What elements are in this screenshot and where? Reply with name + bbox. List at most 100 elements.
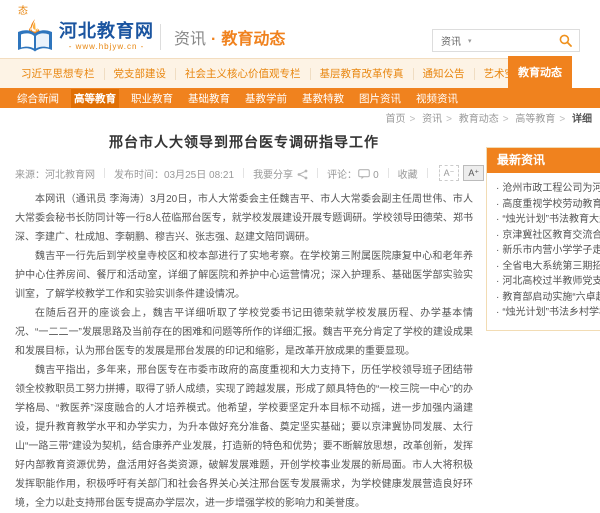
breadcrumb-item[interactable]: 教育动态 > bbox=[459, 114, 513, 125]
primary-nav-item[interactable]: 社会主义核心价值观专栏 bbox=[176, 68, 311, 80]
primary-nav-item[interactable]: 习近平思想专栏 bbox=[12, 68, 105, 80]
primary-nav-item[interactable]: 党支部建设 bbox=[105, 68, 177, 80]
source-value: 河北教育网 bbox=[45, 166, 95, 181]
breadcrumb-label: 高等教育 bbox=[515, 114, 555, 125]
comment-icon bbox=[358, 169, 370, 180]
article-paragraph: 在随后召开的座谈会上，魏吉平详细听取了学校党委书记田德荣就学校发展历程、办学基本… bbox=[15, 304, 473, 361]
search-box[interactable]: 资讯 ▾ bbox=[432, 29, 580, 52]
header: 河北教育网 - www.hbjyw.cn - 资讯·教育动态 资讯 ▾ bbox=[0, 16, 600, 58]
breadcrumb-separator: > bbox=[503, 114, 509, 125]
chevron-down-icon[interactable]: ▾ bbox=[468, 37, 472, 45]
site-url: - www.hbjyw.cn - bbox=[59, 42, 154, 51]
secondary-nav-item[interactable]: 基教学前 bbox=[242, 89, 290, 108]
secondary-nav-item[interactable]: 图片资讯 bbox=[356, 89, 404, 108]
list-item[interactable]: ·高度重视学校劳动教育的育人功 bbox=[496, 197, 600, 213]
bullet: · bbox=[496, 199, 499, 210]
font-smaller-button[interactable]: A⁻ bbox=[439, 165, 460, 181]
meta-divider bbox=[104, 168, 105, 178]
article-paragraph: 本网讯（通讯员 李海涛）3月20日，市人大常委会主任魏吉平、市人大常委会副主任周… bbox=[15, 190, 473, 247]
list-item[interactable]: ·沧州市政工程公司为河北工业大 bbox=[496, 181, 600, 197]
logo-text: 河北教育网 - www.hbjyw.cn - bbox=[59, 21, 154, 51]
favorite-button[interactable]: 收藏 bbox=[398, 166, 418, 181]
comment-count: 0 bbox=[373, 170, 379, 181]
primary-nav: 习近平思想专栏 党支部建设 社会主义核心价值观专栏 基层教育改革传真 通知公告 … bbox=[0, 58, 600, 88]
secondary-nav-item[interactable]: 视频资讯 bbox=[413, 89, 461, 108]
search-category-select[interactable]: 资讯 bbox=[441, 33, 461, 48]
meta-divider bbox=[317, 168, 318, 178]
list-item[interactable]: ·京津冀社区教育交流合作向纵深 bbox=[496, 228, 600, 244]
breadcrumb-label: 资讯 bbox=[422, 114, 442, 125]
bullet: · bbox=[496, 230, 499, 241]
article-paragraph: 魏吉平一行先后到学校皇寺校区和校本部进行了实地考察。在学校第三附属医院康复中心和… bbox=[15, 247, 473, 304]
secondary-nav-item[interactable]: 基教特教 bbox=[299, 89, 347, 108]
channel-prefix: 资讯 bbox=[174, 31, 206, 48]
secondary-nav-item[interactable]: 基础教育 bbox=[185, 89, 233, 108]
latest-news-panel: 最新资讯 ·沧州市政工程公司为河北工业大 ·高度重视学校劳动教育的育人功 ·“烛… bbox=[486, 147, 600, 331]
bullet: · bbox=[496, 183, 499, 194]
primary-nav-item[interactable]: 基层教育改革传真 bbox=[311, 68, 414, 80]
breadcrumb-item[interactable]: 详细> bbox=[572, 114, 592, 125]
source-label: 来源： bbox=[15, 166, 45, 181]
bullet: · bbox=[496, 292, 499, 303]
secondary-nav-item[interactable]: 职业教育 bbox=[128, 89, 176, 108]
breadcrumb-label: 详细 bbox=[572, 114, 592, 125]
search-icon[interactable] bbox=[559, 34, 572, 47]
primary-nav-bar: 习近平思想专栏 党支部建设 社会主义核心价值观专栏 基层教育改革传真 通知公告 … bbox=[0, 58, 508, 88]
news-link-text: 新乐市内营小学学子走进植物园 bbox=[502, 245, 600, 256]
secondary-nav-item[interactable]: 高等教育 bbox=[71, 89, 119, 108]
channel-title: 资讯·教育动态 bbox=[174, 25, 285, 49]
font-larger-button[interactable]: A⁺ bbox=[463, 165, 484, 181]
bullet: · bbox=[496, 214, 499, 225]
breadcrumb: 首页 > 资讯 > 教育动态 > 高等教育 > 详细> bbox=[386, 110, 593, 125]
breadcrumb-item[interactable]: 首页 > bbox=[386, 114, 420, 125]
list-item[interactable]: ·河北高校过半教师党支部书记成 bbox=[496, 274, 600, 290]
header-divider bbox=[160, 24, 161, 50]
article-paragraph: 魏吉平指出，多年来，邢台医专在市委市政府的高度重视和大力支持下，历任学校领导班子… bbox=[15, 361, 473, 513]
news-link-text: “烛光计划”书法教育大型公益 bbox=[502, 214, 600, 225]
breadcrumb-item[interactable]: 高等教育 > bbox=[515, 114, 569, 125]
primary-nav-item[interactable]: 通知公告 bbox=[414, 68, 475, 80]
site-name: 河北教育网 bbox=[59, 21, 154, 41]
logo-book-flame-icon bbox=[16, 18, 54, 54]
publish-time-label: 发布时间： bbox=[114, 166, 164, 181]
breadcrumb-separator: > bbox=[559, 114, 565, 125]
latest-news-title: 最新资讯 bbox=[487, 148, 600, 173]
list-item[interactable]: ·教育部启动实施“六卓越一拔尖 bbox=[496, 290, 600, 306]
primary-nav-active-tab[interactable]: 教育动态 bbox=[508, 56, 572, 88]
secondary-nav: 综合新闻 高等教育 职业教育 基础教育 基教学前 基教特教 图片资讯 视频资讯 bbox=[0, 88, 600, 108]
news-link-text: 沧州市政工程公司为河北工业大 bbox=[502, 183, 600, 194]
breadcrumb-label: 首页 bbox=[386, 114, 406, 125]
bullet: · bbox=[496, 276, 499, 287]
news-link-text: 教育部启动实施“六卓越一拔尖 bbox=[502, 292, 600, 303]
breadcrumb-label: 教育动态 bbox=[459, 114, 499, 125]
article: 邢台市人大领导到邢台医专调研指导工作 来源：河北教育网 发布时间：03月25日 … bbox=[15, 128, 473, 513]
news-link-text: 京津冀社区教育交流合作向纵深 bbox=[502, 230, 600, 241]
secondary-nav-item[interactable]: 综合新闻 bbox=[14, 89, 62, 108]
news-link-text: 全省电大系统第三期招生管理人 bbox=[502, 261, 600, 272]
comment-button[interactable]: 评论：0 bbox=[327, 166, 379, 181]
share-icon bbox=[297, 169, 308, 180]
list-item[interactable]: ·新乐市内营小学学子走进植物园 bbox=[496, 243, 600, 259]
corner-text: 态 bbox=[18, 2, 28, 17]
news-link-text: 高度重视学校劳动教育的育人功 bbox=[502, 199, 600, 210]
site-logo[interactable]: 河北教育网 - www.hbjyw.cn - bbox=[16, 18, 154, 54]
publish-time-value: 03月25日 08:21 bbox=[164, 166, 234, 181]
meta-divider bbox=[427, 168, 428, 178]
list-item[interactable]: ·“烛光计划”书法教育大型公益 bbox=[496, 212, 600, 228]
news-link-text: “烛光计划”书法乡村学校捐赠 bbox=[502, 307, 600, 318]
channel-current: 教育动态 bbox=[221, 31, 285, 48]
meta-divider bbox=[388, 168, 389, 178]
news-link-text: 河北高校过半教师党支部书记成 bbox=[502, 276, 600, 287]
list-item[interactable]: ·“烛光计划”书法乡村学校捐赠 bbox=[496, 305, 600, 321]
article-body: 本网讯（通讯员 李海涛）3月20日，市人大常委会主任魏吉平、市人大常委会副主任周… bbox=[15, 190, 473, 513]
share-button[interactable]: 我要分享 bbox=[253, 166, 308, 181]
page-title: 邢台市人大领导到邢台医专调研指导工作 bbox=[15, 132, 473, 152]
latest-news-list: ·沧州市政工程公司为河北工业大 ·高度重视学校劳动教育的育人功 ·“烛光计划”书… bbox=[487, 173, 600, 330]
article-meta: 来源：河北教育网 发布时间：03月25日 08:21 我要分享 评论：0 收藏 … bbox=[15, 160, 473, 190]
breadcrumb-separator: > bbox=[410, 114, 416, 125]
list-item[interactable]: ·全省电大系统第三期招生管理人 bbox=[496, 259, 600, 275]
breadcrumb-separator: > bbox=[446, 114, 452, 125]
channel-dot: · bbox=[206, 31, 221, 48]
bullet: · bbox=[496, 261, 499, 272]
breadcrumb-item[interactable]: 资讯 > bbox=[422, 114, 456, 125]
